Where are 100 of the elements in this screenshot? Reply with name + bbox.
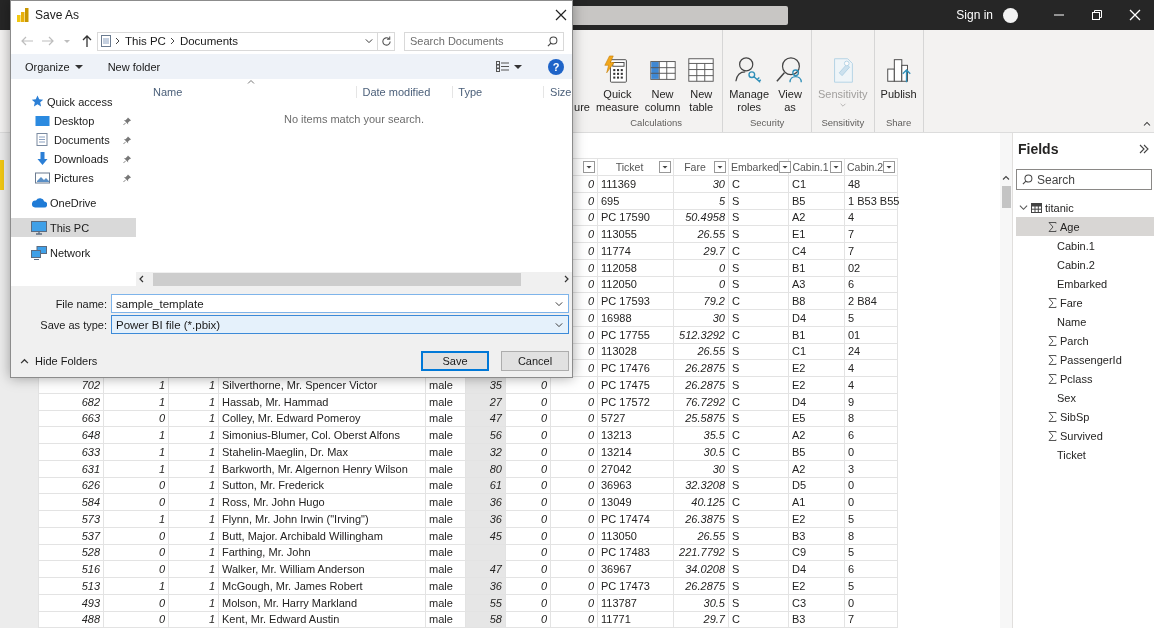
nav-item[interactable]: Quick access bbox=[11, 92, 136, 111]
sigma-icon bbox=[1048, 354, 1057, 365]
chevron-right-icon bbox=[169, 37, 176, 45]
star-icon bbox=[31, 95, 44, 108]
chevron-up-icon bbox=[20, 358, 29, 364]
column-header[interactable]: Size bbox=[543, 86, 572, 98]
dialog-button[interactable]: Cancel bbox=[501, 351, 569, 371]
nav-item[interactable]: OneDrive bbox=[11, 193, 136, 212]
dropdown-icon[interactable] bbox=[830, 161, 842, 173]
sigma-icon bbox=[1048, 373, 1057, 384]
empty-message: No items match your search. bbox=[283, 113, 425, 125]
new-folder-button[interactable]: New folder bbox=[107, 60, 161, 73]
tree-item[interactable]: titanic bbox=[1013, 198, 1154, 217]
chevron-right-icon bbox=[115, 37, 121, 45]
group-label: Share bbox=[885, 117, 912, 130]
nav-item[interactable]: Desktop bbox=[11, 111, 136, 130]
field-item[interactable]: Sex bbox=[1016, 388, 1154, 407]
document-icon bbox=[101, 35, 111, 47]
dropdown-icon[interactable] bbox=[778, 161, 791, 173]
field-item[interactable]: Cabin.1 bbox=[1016, 236, 1154, 255]
nav-item[interactable]: Pictures bbox=[11, 168, 136, 187]
nav-item[interactable]: Downloads bbox=[11, 149, 136, 168]
dropdown-icon[interactable] bbox=[883, 161, 896, 173]
chevron-down-icon bbox=[554, 320, 564, 329]
nav-item[interactable]: Documents bbox=[11, 130, 136, 149]
nav-item[interactable]: Network bbox=[11, 243, 136, 262]
dropdown-icon[interactable] bbox=[659, 161, 671, 173]
file-name-field[interactable]: sample_template bbox=[111, 294, 569, 313]
sigma-icon bbox=[1048, 411, 1057, 422]
scrollbar-thumb[interactable] bbox=[153, 272, 521, 286]
field-item[interactable]: Survived bbox=[1016, 426, 1154, 445]
group-label: Sensitivity bbox=[821, 117, 865, 130]
breadcrumb[interactable]: This PC bbox=[125, 35, 166, 47]
field-item[interactable]: Cabin.2 bbox=[1016, 255, 1154, 274]
up-arrow-icon[interactable] bbox=[81, 35, 93, 47]
document-icon bbox=[35, 133, 50, 146]
picture-icon bbox=[35, 171, 50, 184]
dropdown-icon[interactable] bbox=[583, 161, 595, 173]
field-item[interactable]: Embarked bbox=[1016, 274, 1154, 293]
search-icon bbox=[1022, 174, 1033, 185]
sigma-icon bbox=[1048, 430, 1057, 441]
cloud-icon bbox=[31, 197, 47, 208]
field-item[interactable]: PassengerId bbox=[1016, 350, 1154, 369]
view-as-button[interactable]: View as bbox=[772, 30, 809, 117]
address-bar[interactable]: This PC Documents bbox=[97, 31, 378, 51]
help-button[interactable]: ? bbox=[548, 58, 564, 75]
network-icon bbox=[31, 245, 47, 260]
restore-icon[interactable] bbox=[1091, 9, 1103, 21]
field-label: File name: bbox=[54, 297, 107, 310]
table-icon bbox=[686, 55, 717, 85]
nav-item[interactable]: This PC bbox=[11, 218, 136, 237]
new-table-button[interactable]: New table bbox=[683, 30, 720, 117]
column-header[interactable]: Name bbox=[136, 86, 357, 98]
manage-roles-button[interactable]: Manage roles bbox=[726, 30, 773, 117]
monitor-icon bbox=[31, 220, 47, 235]
field-label: Save as type: bbox=[39, 318, 107, 331]
dropdown-icon[interactable] bbox=[714, 161, 726, 173]
field-item[interactable]: Name bbox=[1016, 312, 1154, 331]
field-item[interactable]: Fare bbox=[1016, 293, 1154, 312]
quick-measure-button[interactable]: Quick measure bbox=[593, 30, 642, 117]
scroll-up-icon[interactable] bbox=[1002, 175, 1010, 181]
chevron-down-icon bbox=[838, 102, 847, 108]
group-label: Calculations bbox=[630, 117, 682, 130]
new-column-button[interactable]: New column bbox=[641, 30, 684, 117]
refresh-icon[interactable] bbox=[380, 35, 392, 47]
hide-folders-button[interactable]: Hide Folders bbox=[20, 355, 98, 367]
publish-button[interactable]: Publish bbox=[877, 30, 920, 117]
field-item[interactable]: Pclass bbox=[1016, 369, 1154, 388]
search-icon bbox=[547, 35, 558, 47]
collapse-icon[interactable] bbox=[1143, 121, 1151, 127]
field-item[interactable]: Parch bbox=[1016, 331, 1154, 350]
search-field[interactable]: Search bbox=[1016, 169, 1152, 190]
caret-down-icon bbox=[514, 63, 522, 70]
field-item[interactable]: SibSp bbox=[1016, 407, 1154, 426]
table-icon bbox=[1031, 202, 1042, 213]
chevron-down-icon bbox=[554, 299, 564, 308]
sort-caret-icon bbox=[247, 79, 255, 84]
organize-button[interactable]: Organize bbox=[25, 60, 83, 73]
avatar[interactable] bbox=[1003, 7, 1018, 23]
ribbon-button[interactable]: ure bbox=[573, 30, 590, 114]
desktop-icon bbox=[35, 114, 50, 127]
dialog-button[interactable]: Save bbox=[421, 351, 489, 371]
file-type-dropdown[interactable]: Power BI file (*.pbix) bbox=[111, 315, 569, 334]
breadcrumb[interactable]: Documents bbox=[179, 35, 239, 47]
field-item[interactable]: Age bbox=[1016, 217, 1154, 236]
pane-title: Fields bbox=[1018, 141, 1059, 157]
field-item[interactable]: Ticket bbox=[1016, 445, 1154, 464]
close-icon[interactable] bbox=[555, 9, 567, 21]
view-options-button[interactable] bbox=[496, 61, 522, 72]
column-header[interactable]: Date modified bbox=[356, 86, 453, 98]
column-header[interactable]: Type bbox=[452, 86, 544, 98]
sign-in-button[interactable]: Sign in bbox=[956, 8, 993, 22]
chevron-down-icon[interactable] bbox=[364, 37, 374, 45]
list-view-icon bbox=[496, 61, 509, 72]
expand-pane-icon[interactable] bbox=[1138, 143, 1150, 155]
search-box[interactable] bbox=[573, 5, 788, 25]
scrollbar-thumb[interactable] bbox=[1001, 186, 1011, 208]
caret-down-icon bbox=[74, 63, 83, 70]
download-arrow-icon bbox=[35, 151, 50, 166]
sigma-icon bbox=[1048, 335, 1057, 346]
